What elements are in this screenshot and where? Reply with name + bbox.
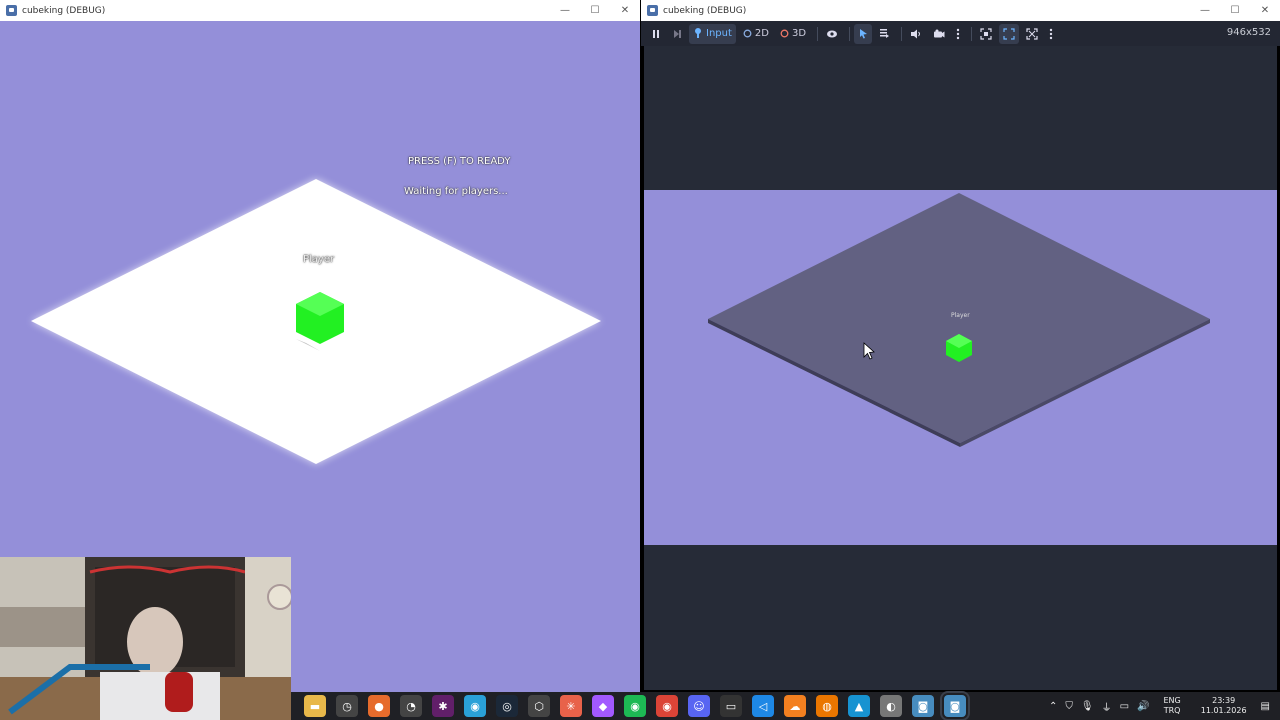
godot-app-icon [6,5,17,16]
keep-aspect-button[interactable] [999,23,1020,44]
next-frame-icon [674,29,681,38]
more-options-button[interactable] [952,24,964,44]
speaker-icon [911,29,921,38]
resolution-label: 946x532 [1226,27,1271,38]
select-tool-button[interactable] [854,23,873,44]
clock-app-icon[interactable]: ◷ [336,695,358,717]
vertical-dots-icon [956,28,960,39]
windows-taskbar: ▬ ◷ ● ◔ ✱ ◉ ◎ ⬡ ✳ ◆ ◉ ◉ ☺ ▭ ◁ ☁ ◍ ▲ ◐ ◙ ◙ ⌃ ⛉ 🎙 ⏚ ▭ 🔊 ENG TR… [291,691,1280,720]
left-window-titlebar[interactable]: cubeking (DEBUG) — ☐ ✕ [0,0,640,21]
view-options-button[interactable] [1045,24,1057,44]
right-scene [708,193,1210,447]
frame-fixed-icon [980,27,992,40]
slack-icon[interactable]: ✱ [432,695,454,717]
pause-icon [653,29,659,38]
unity-icon[interactable]: ⬡ [528,695,550,717]
input-toggle-button[interactable]: Input [689,23,736,44]
chrome-icon[interactable]: ◉ [656,695,678,717]
player-name-label: Player [303,254,335,265]
system-tray: ⌃ ⛉ 🎙 ⏚ ▭ 🔊 ENG TRQ 23:39 11.01.2026 ▤ [1045,692,1280,720]
right-game-viewport[interactable]: Player [644,190,1277,545]
toolbar-divider [849,26,851,41]
discord-icon[interactable]: ☺ [688,695,710,717]
expand-icon [1026,27,1038,40]
lightbulb-icon[interactable]: ◉ [464,695,486,717]
app-icon[interactable]: ◐ [880,695,902,717]
vertical-dots-icon [1049,28,1053,39]
joystick-icon [695,27,701,38]
node3d-icon [780,29,789,38]
firefox-icon[interactable]: ● [368,695,390,717]
speedometer-icon[interactable]: ◔ [400,695,422,717]
terminal-icon[interactable]: ▭ [720,695,742,717]
fixed-size-button[interactable] [976,24,996,44]
notifications-icon[interactable]: ▤ [1261,701,1270,712]
cursor-arrow-icon [860,29,868,39]
right-game-window: cubeking (DEBUG) — ☐ ✕ Input 2D 3D 946x5… [641,0,1280,692]
network-icon[interactable]: ▭ [1120,701,1129,712]
webcam-feed-image [0,557,291,720]
input-label: Input [706,28,732,39]
mode-3d-label: 3D [791,28,807,39]
waiting-status: Waiting for players... [404,186,508,197]
frame-aspect-icon [1003,27,1015,40]
node2d-icon [743,29,752,38]
godot-active-icon[interactable]: ◙ [940,691,970,720]
file-explorer-icon[interactable]: ▬ [304,695,326,717]
stretch-button[interactable] [1022,24,1042,44]
mode-3d-button[interactable]: 3D [776,24,810,44]
maximize-button[interactable]: ☐ [1220,0,1250,21]
camera-override-button[interactable] [929,24,949,44]
audio-mute-button[interactable] [906,24,926,44]
language-indicator[interactable]: ENG TRQ [1163,696,1180,716]
close-button[interactable]: ✕ [1250,0,1280,21]
left-window-title: cubeking (DEBUG) [22,5,106,16]
maximize-button[interactable]: ☐ [580,0,610,21]
cloud-icon[interactable]: ☁ [784,695,806,717]
right-window-title: cubeking (DEBUG) [663,5,747,16]
usb-icon[interactable]: ⏚ [1102,699,1112,714]
pause-button[interactable] [647,24,665,44]
asterisk-icon[interactable]: ✳ [560,695,582,717]
godot-icon[interactable]: ◙ [912,695,934,717]
player-name-label: Player [951,312,970,319]
list-select-button[interactable] [875,24,894,44]
minimize-button[interactable]: — [1190,0,1220,21]
taskbar-app-list: ▬ ◷ ● ◔ ✱ ◉ ◎ ⬡ ✳ ◆ ◉ ◉ ☺ ▭ ◁ ☁ ◍ ▲ ◐ ◙ ◙ [299,691,971,720]
mode-2d-label: 2D [754,28,769,39]
debug-toolbar: Input 2D 3D 946x532 [641,21,1280,46]
blender-icon[interactable]: ◍ [816,695,838,717]
godot-app-icon [647,5,658,16]
toolbar-divider [971,26,973,41]
camera-icon [934,29,945,37]
close-button[interactable]: ✕ [610,0,640,21]
figma-icon[interactable]: ◆ [592,695,614,717]
list-icon [880,29,890,38]
vscode-icon[interactable]: ◁ [752,695,774,717]
embedded-game-area: Player [644,46,1277,690]
mode-2d-button[interactable]: 2D [739,24,773,44]
right-window-titlebar[interactable]: cubeking (DEBUG) — ☐ ✕ [641,0,1280,21]
chevron-up-icon[interactable]: ⌃ [1049,701,1057,712]
next-frame-button[interactable] [668,24,686,44]
language-top: ENG [1163,696,1181,705]
clock-date: 11.01.2026 [1200,706,1247,715]
visibility-button[interactable] [822,24,842,44]
webcam-overlay [0,557,291,720]
volume-icon[interactable]: 🔊 [1137,701,1149,712]
minimize-button[interactable]: — [550,0,580,21]
spotify-icon[interactable]: ◉ [624,695,646,717]
arch-icon[interactable]: ▲ [848,695,870,717]
microphone-icon[interactable]: 🎙 [1081,701,1094,712]
shield-icon[interactable]: ⛉ [1065,701,1073,712]
eye-icon [827,30,838,37]
clock[interactable]: 23:39 11.01.2026 [1201,696,1247,716]
ready-prompt: PRESS (F) TO READY [408,156,511,167]
steam-icon[interactable]: ◎ [496,695,518,717]
toolbar-divider [817,26,819,41]
clock-time: 23:39 [1212,696,1236,705]
toolbar-divider [901,26,903,41]
language-bottom: TRQ [1163,706,1181,715]
